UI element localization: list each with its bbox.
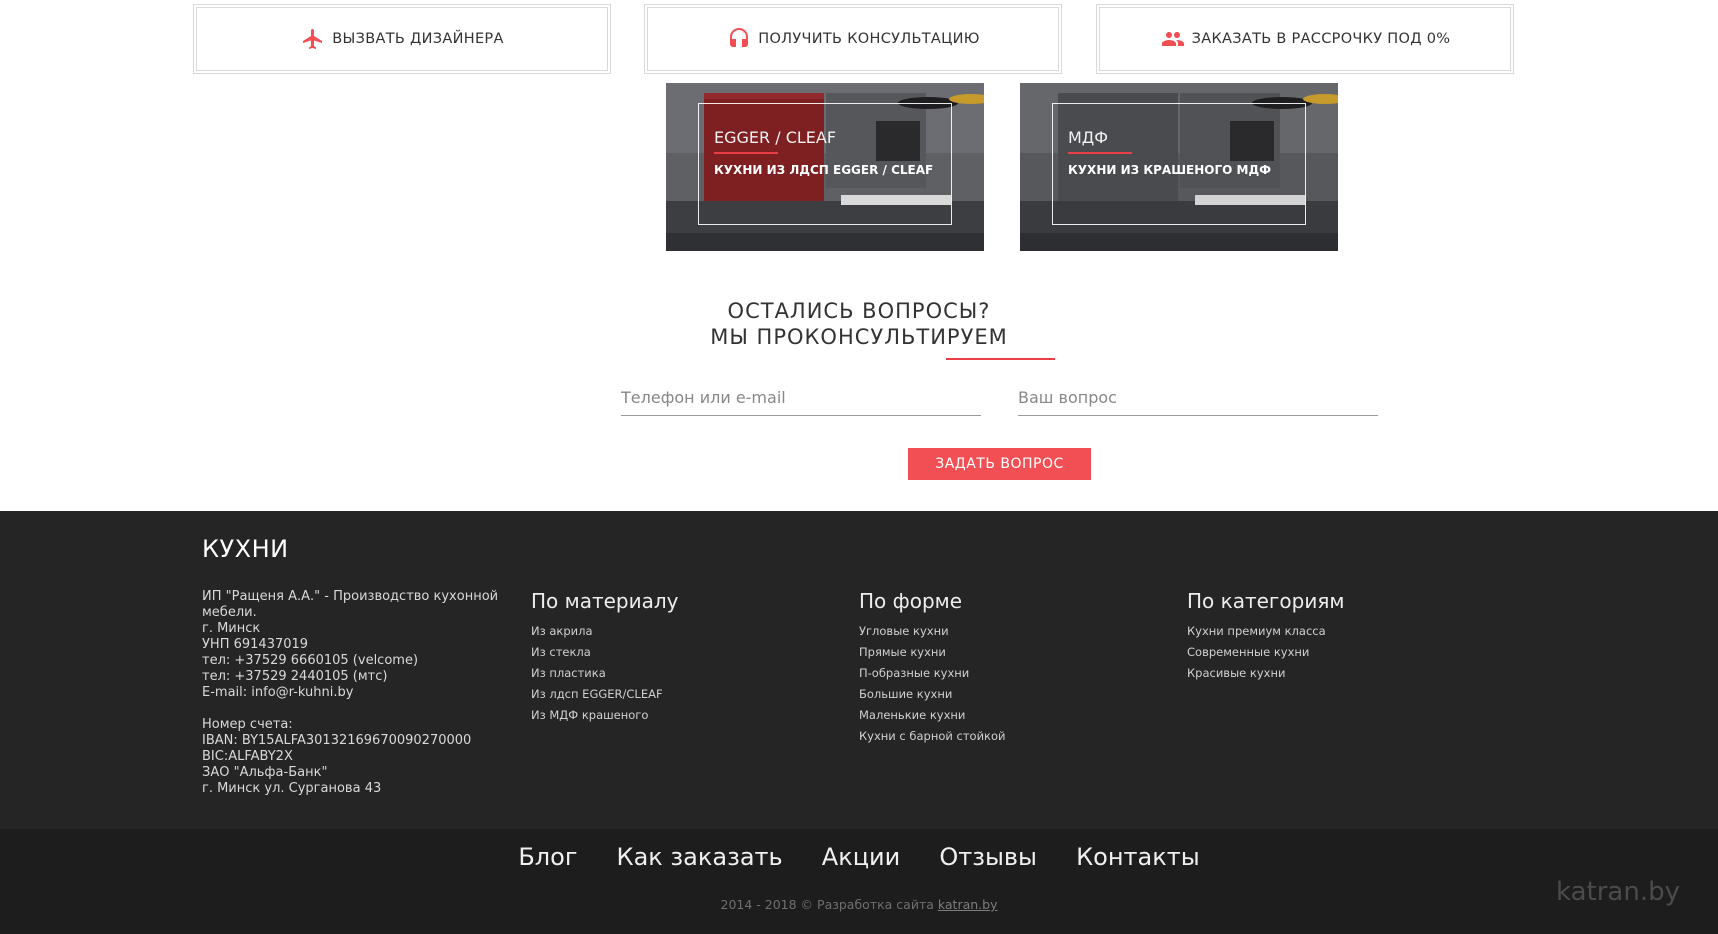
nav-contacts[interactable]: Контакты [1076, 843, 1200, 871]
footer-link[interactable]: Большие кухни [859, 684, 1006, 705]
footer-link[interactable]: Кухни премиум класса [1187, 621, 1344, 642]
footer-link[interactable]: Из пластика [531, 663, 679, 684]
footer-link[interactable]: Маленькие кухни [859, 705, 1006, 726]
footer-link[interactable]: Красивые кухни [1187, 663, 1344, 684]
footer-column-material: По материалу Из акрила Из стекла Из плас… [531, 589, 679, 726]
question-heading-underline [946, 358, 1055, 360]
footer-link[interactable]: Из акрила [531, 621, 679, 642]
company-info: ИП "Ращеня А.А." - Производство кухонной… [202, 589, 522, 797]
card-title-underline [1068, 152, 1132, 154]
question-heading-line2: Мы проконсультируем [710, 325, 1008, 349]
headphones-icon [726, 26, 752, 52]
column-title: По категориям [1187, 589, 1345, 613]
column-title: По форме [859, 589, 963, 613]
group-icon [1160, 26, 1186, 52]
card-mdf[interactable]: МДФ Кухни из крашеного МДФ [1020, 83, 1338, 251]
footer-link[interactable]: Угловые кухни [859, 621, 1006, 642]
question-input[interactable] [1018, 380, 1378, 416]
nav-blog[interactable]: Блог [518, 843, 577, 871]
footer-column-shape: По форме Угловые кухни Прямые кухни П-об… [859, 589, 1006, 747]
contact-input[interactable] [621, 380, 981, 416]
footer-link[interactable]: Кухни с барной стойкой [859, 726, 1006, 747]
get-consultation-label: Получить консультацию [758, 31, 980, 47]
footer-link[interactable]: Из лдсп EGGER/CLEAF [531, 684, 679, 705]
footer-nav: Блог Как заказать Акции Отзывы Контакты [0, 843, 1718, 871]
get-consultation-button[interactable]: Получить консультацию [644, 4, 1062, 74]
copyright-text: 2014 - 2018 © Разработка сайта [720, 897, 934, 912]
question-heading: Остались вопросы? Мы проконсультируем [0, 298, 1718, 350]
developer-logo[interactable]: katran.by [1556, 877, 1680, 907]
nav-reviews[interactable]: Отзывы [939, 843, 1037, 871]
column-title: По материалу [531, 589, 679, 613]
footer-link[interactable]: П-образные кухни [859, 663, 1006, 684]
footer-column-category: По категориям Кухни премиум класса Совре… [1187, 589, 1344, 684]
action-buttons: Вызвать дизайнера Получить консультацию … [193, 4, 1519, 76]
footer-brand: Кухни [202, 535, 289, 563]
nav-how-to-order[interactable]: Как заказать [617, 843, 783, 871]
call-designer-label: Вызвать дизайнера [332, 31, 504, 47]
card-subtitle: Кухни из ЛДСП EGGER / CLEAF [714, 163, 934, 177]
card-subtitle: Кухни из крашеного МДФ [1068, 163, 1272, 177]
footer-bottom: Блог Как заказать Акции Отзывы Контакты … [0, 829, 1718, 934]
card-title: EGGER / CLEAF [714, 128, 837, 147]
installment-label: Заказать в рассрочку под 0% [1191, 31, 1451, 47]
question-heading-line1: Остались вопросы? [727, 299, 991, 323]
airplane-icon [300, 26, 326, 52]
card-title: МДФ [1068, 128, 1109, 147]
footer-link[interactable]: Современные кухни [1187, 642, 1344, 663]
developer-link[interactable]: katran.by [938, 897, 998, 912]
footer-link[interactable]: Из МДФ крашеного [531, 705, 679, 726]
footer: Кухни ИП "Ращеня А.А." - Производство ку… [0, 511, 1718, 829]
card-egger-cleaf[interactable]: EGGER / CLEAF Кухни из ЛДСП EGGER / CLEA… [666, 83, 984, 251]
nav-promotions[interactable]: Акции [822, 843, 900, 871]
footer-link[interactable]: Прямые кухни [859, 642, 1006, 663]
ask-question-button[interactable]: Задать вопрос [908, 448, 1091, 480]
copyright: 2014 - 2018 © Разработка сайта katran.by [0, 897, 1718, 912]
company-info-text: ИП "Ращеня А.А." - Производство кухонной… [202, 589, 499, 796]
footer-link[interactable]: Из стекла [531, 642, 679, 663]
installment-button[interactable]: Заказать в рассрочку под 0% [1096, 4, 1514, 74]
call-designer-button[interactable]: Вызвать дизайнера [193, 4, 611, 74]
card-title-underline [714, 152, 778, 154]
